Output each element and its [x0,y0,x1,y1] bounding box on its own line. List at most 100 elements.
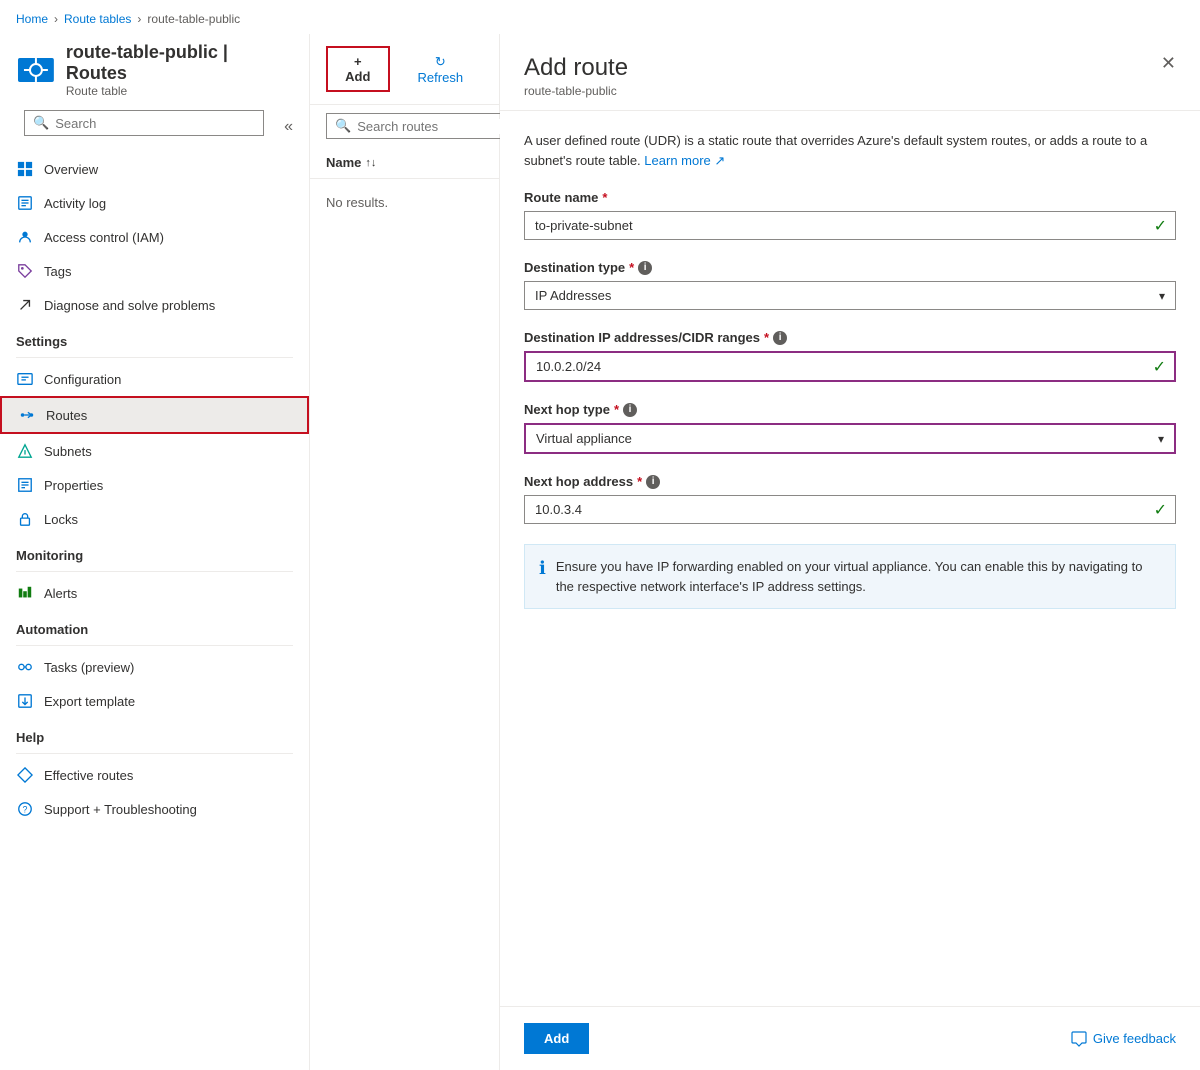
search-icon: 🔍 [33,115,49,131]
sidebar-subtitle: Route table [66,84,293,98]
description-text: A user defined route (UDR) is a static r… [524,131,1176,170]
breadcrumb-home[interactable]: Home [16,12,48,26]
section-automation: Automation [0,610,309,641]
sidebar-item-label-diagnose: Diagnose and solve problems [44,298,215,313]
sidebar-item-configuration[interactable]: Configuration [0,362,309,396]
sidebar-item-diagnose[interactable]: Diagnose and solve problems [0,288,309,322]
sidebar-item-label-export: Export template [44,694,135,709]
tasks-icon [16,658,34,676]
table-header: Name ↑↓ [310,147,499,179]
sidebar: route-table-public | Routes Route table … [0,34,310,1070]
next-hop-type-info-icon[interactable]: i [623,403,637,417]
section-help: Help [0,718,309,749]
learn-more-link[interactable]: Learn more ↗ [644,153,725,168]
sidebar-item-label-effective-routes: Effective routes [44,768,133,783]
content-area: + Add ↻ Refresh 🔍 Name ↑↓ No results. [310,34,500,1070]
breadcrumb-route-tables[interactable]: Route tables [64,12,131,26]
close-button[interactable]: ✕ [1161,54,1176,72]
content-search-icon: 🔍 [335,118,351,134]
panel-header: Add route route-table-public ✕ [500,34,1200,111]
sort-icon[interactable]: ↑↓ [365,157,376,169]
next-hop-type-label: Next hop type * i [524,402,1176,417]
give-feedback-link[interactable]: Give feedback [1071,1031,1176,1047]
subnets-icon [16,442,34,460]
sidebar-item-label-overview: Overview [44,162,98,177]
next-hop-address-info-icon[interactable]: i [646,475,660,489]
column-name: Name [326,155,361,170]
sidebar-item-label-tasks: Tasks (preview) [44,660,134,675]
no-results-text: No results. [310,179,499,226]
add-route-button[interactable]: Add [524,1023,589,1054]
sidebar-item-support[interactable]: ? Support + Troubleshooting [0,792,309,826]
sidebar-item-tags[interactable]: Tags [0,254,309,288]
next-hop-address-check-icon: ✓ [1154,500,1175,520]
section-settings: Settings [0,322,309,353]
effective-routes-icon [16,766,34,784]
sidebar-item-tasks[interactable]: Tasks (preview) [0,650,309,684]
add-button[interactable]: + Add [326,46,390,92]
sidebar-item-export[interactable]: Export template [0,684,309,718]
overview-icon [16,160,34,178]
sidebar-item-iam[interactable]: Access control (IAM) [0,220,309,254]
destination-type-select-wrapper: IP Addresses Service Tag VirtualNetworkS… [524,281,1176,310]
tags-icon [16,262,34,280]
alerts-icon [16,584,34,602]
destination-ip-input[interactable] [526,353,1153,380]
resource-icon [16,50,56,90]
sidebar-item-effective-routes[interactable]: Effective routes [0,758,309,792]
sidebar-item-label-iam: Access control (IAM) [44,230,164,245]
next-hop-type-select[interactable]: Virtual appliance Virtual network gatewa… [526,425,1158,452]
panel-footer: Add Give feedback [500,1006,1200,1070]
routes-icon [18,406,36,424]
sidebar-item-label-support: Support + Troubleshooting [44,802,197,817]
add-route-panel: Add route route-table-public ✕ A user de… [500,34,1200,1070]
route-name-label: Route name * [524,190,1176,205]
feedback-label: Give feedback [1093,1031,1176,1046]
destination-type-select[interactable]: IP Addresses Service Tag VirtualNetworkS… [525,282,1159,309]
info-box-icon: ℹ [539,558,546,596]
content-search[interactable]: 🔍 [310,105,499,147]
svg-text:?: ? [23,805,28,815]
form-group-destination-ip: Destination IP addresses/CIDR ranges * i… [524,330,1176,382]
required-star-3: * [764,330,769,345]
sidebar-item-routes[interactable]: Routes [0,396,309,434]
sidebar-item-subnets[interactable]: Subnets [0,434,309,468]
destination-ip-info-icon[interactable]: i [773,331,787,345]
sidebar-title: route-table-public | Routes [66,42,293,84]
sidebar-search[interactable]: 🔍 [24,110,264,136]
required-star-5: * [637,474,642,489]
destination-type-info-icon[interactable]: i [638,261,652,275]
section-monitoring: Monitoring [0,536,309,567]
sidebar-search-input[interactable] [55,116,255,131]
next-hop-address-label: Next hop address * i [524,474,1176,489]
destination-ip-input-wrapper: ✓ [524,351,1176,382]
next-hop-type-chevron: ▾ [1158,432,1174,446]
route-name-input[interactable] [525,212,1154,239]
next-hop-address-input[interactable] [525,496,1154,523]
sidebar-item-label-routes: Routes [46,408,87,423]
sidebar-item-locks[interactable]: Locks [0,502,309,536]
next-hop-address-input-wrapper: ✓ [524,495,1176,524]
breadcrumb: Home › Route tables › route-table-public [0,0,1200,34]
feedback-icon [1071,1031,1087,1047]
next-hop-type-select-wrapper: Virtual appliance Virtual network gatewa… [524,423,1176,454]
properties-icon [16,476,34,494]
panel-title: Add route [524,54,628,82]
refresh-button[interactable]: ↻ Refresh [398,47,483,92]
form-group-destination-type: Destination type * i IP Addresses Servic… [524,260,1176,310]
sidebar-item-activity-log[interactable]: Activity log [0,186,309,220]
sidebar-item-alerts[interactable]: Alerts [0,576,309,610]
destination-ip-label: Destination IP addresses/CIDR ranges * i [524,330,1176,345]
destination-ip-check-icon: ✓ [1153,357,1174,377]
panel-subtitle: route-table-public [524,84,628,98]
export-icon [16,692,34,710]
iam-icon [16,228,34,246]
required-star-4: * [614,402,619,417]
form-group-next-hop-type: Next hop type * i Virtual appliance Virt… [524,402,1176,454]
sidebar-item-label-activity: Activity log [44,196,106,211]
sidebar-item-overview[interactable]: Overview [0,152,309,186]
config-icon [16,370,34,388]
sidebar-item-properties[interactable]: Properties [0,468,309,502]
form-group-route-name: Route name * ✓ [524,190,1176,240]
collapse-button[interactable]: « [280,118,297,136]
